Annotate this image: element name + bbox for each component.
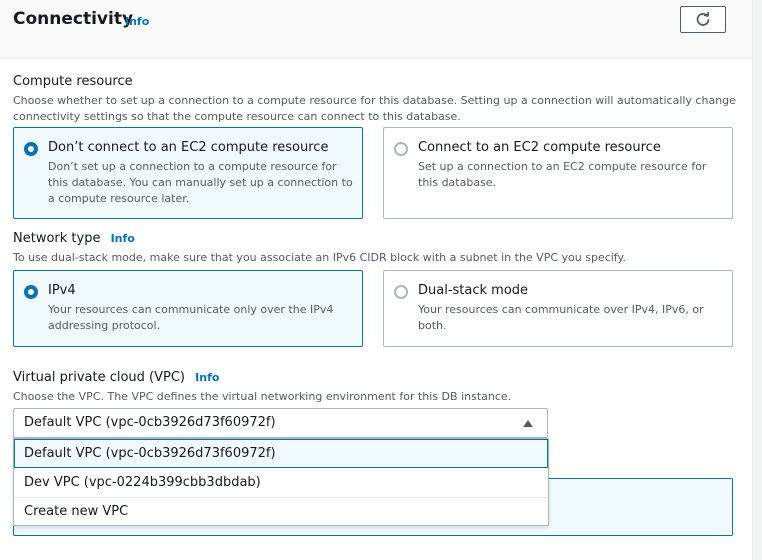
refresh-icon	[696, 11, 710, 26]
option-description-line: Set up a connection to an EC2 compute re…	[418, 160, 707, 173]
option-title: Don’t connect to an EC2 compute resource	[48, 140, 329, 155]
option-description-line: Your resources can communicate over IPv4…	[418, 303, 704, 316]
option-title: IPv4	[48, 283, 76, 298]
option-description: Set up a connection to an EC2 compute re…	[418, 159, 706, 191]
option-dont-connect-ec2[interactable]: Don’t connect to an EC2 compute resource…	[13, 127, 363, 219]
option-description-line: Your resources can communicate only over…	[48, 303, 334, 316]
vpc-description: Choose the VPC. The VPC defines the virt…	[13, 390, 512, 403]
panel-title: Connectivity	[13, 9, 134, 29]
vpc-select-value: Default VPC (vpc-0cb3926d73f60972f)	[24, 415, 276, 430]
network-type-label-text: Network type	[13, 231, 101, 246]
compute-resource-description: Choose whether to set up a connection to…	[13, 93, 736, 125]
option-title: Dual-stack mode	[418, 283, 529, 298]
network-type-label: Network type Info	[13, 231, 135, 246]
radio-button-selected[interactable]	[24, 285, 38, 299]
option-description-line: both.	[418, 319, 447, 332]
vpc-label-text: Virtual private cloud (VPC)	[13, 370, 185, 385]
vpc-label: Virtual private cloud (VPC) Info	[13, 370, 219, 385]
radio-button[interactable]	[394, 285, 408, 299]
option-title: Connect to an EC2 compute resource	[418, 140, 661, 155]
network-info-link[interactable]: Info	[111, 232, 135, 245]
network-type-description: To use dual-stack mode, make sure that y…	[13, 251, 626, 264]
panel-header: Connectivity Info	[0, 0, 752, 59]
option-description: Don’t set up a connection to a compute r…	[48, 159, 353, 207]
compute-resource-label: Compute resource	[13, 74, 133, 89]
radio-button-selected[interactable]	[24, 142, 38, 156]
vpc-dropdown-list: Default VPC (vpc-0cb3926d73f60972f) Dev …	[13, 438, 549, 526]
option-description: Your resources can communicate over IPv4…	[418, 302, 704, 334]
option-description-line: a compute resource later.	[48, 192, 190, 205]
option-description-line: this database. You can manually set up a…	[48, 176, 353, 189]
option-connect-ec2[interactable]: Connect to an EC2 compute resource Set u…	[383, 127, 733, 219]
connectivity-panel: Connectivity Info Compute resource Choos…	[0, 0, 753, 560]
vpc-info-link[interactable]: Info	[195, 371, 219, 384]
vpc-select[interactable]: Default VPC (vpc-0cb3926d73f60972f)	[13, 408, 548, 438]
vpc-option-create-new[interactable]: Create new VPC	[14, 497, 548, 526]
option-ipv4[interactable]: IPv4 Your resources can communicate only…	[13, 270, 363, 347]
radio-button[interactable]	[394, 142, 408, 156]
option-description-line: this database.	[418, 176, 497, 189]
header-info-link[interactable]: Info	[125, 15, 149, 28]
compute-description-line: connectivity settings so that the comput…	[13, 110, 461, 123]
caret-up-icon	[523, 420, 533, 427]
vpc-option-default[interactable]: Default VPC (vpc-0cb3926d73f60972f)	[14, 439, 548, 468]
refresh-button[interactable]	[680, 6, 726, 33]
option-description-line: Don’t set up a connection to a compute r…	[48, 160, 337, 173]
option-dual-stack[interactable]: Dual-stack mode Your resources can commu…	[383, 270, 733, 347]
vpc-option-dev[interactable]: Dev VPC (vpc-0224b399cbb3dbdab)	[14, 468, 548, 497]
option-description-line: addressing protocol.	[48, 319, 161, 332]
compute-description-line: Choose whether to set up a connection to…	[13, 94, 736, 107]
option-description: Your resources can communicate only over…	[48, 302, 333, 334]
